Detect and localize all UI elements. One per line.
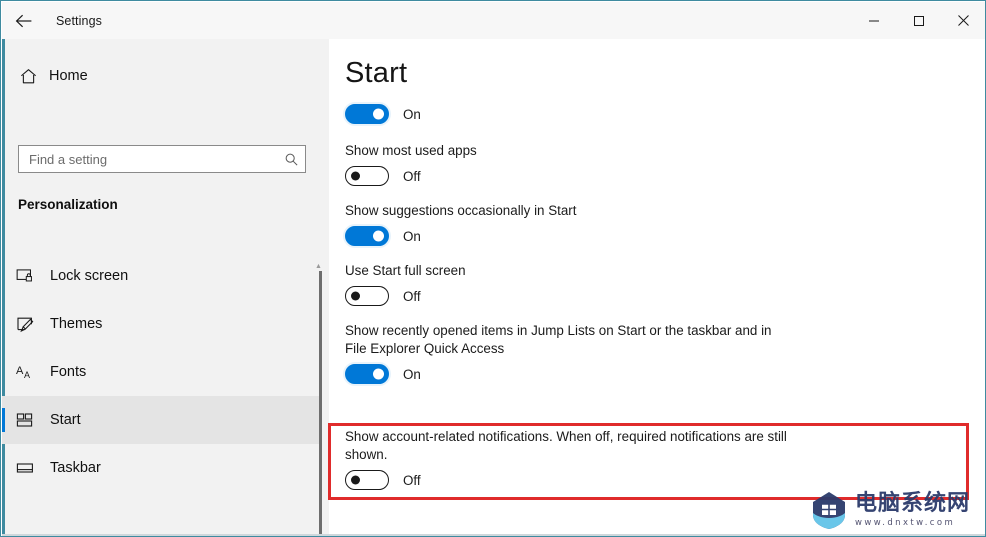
sidebar-home-label: Home (49, 68, 88, 84)
toggle-state-label: Off (403, 472, 421, 488)
minimize-icon (868, 15, 880, 27)
sidebar-item-themes[interactable]: Themes (2, 300, 320, 348)
back-button[interactable] (2, 3, 46, 39)
sidebar-item-taskbar[interactable]: Taskbar (2, 444, 320, 492)
toggle-state-label: On (403, 106, 421, 122)
taskbar-icon (16, 459, 50, 477)
close-button[interactable] (941, 2, 985, 39)
sidebar-section-title: Personalization (18, 197, 118, 212)
app-title: Settings (56, 13, 102, 28)
settings-window: Settings Home Find a setting Personaliza… (0, 0, 986, 537)
page-title: Start (345, 57, 408, 89)
setting-toggle-row: On (345, 226, 965, 246)
sidebar-item-label: Start (50, 412, 81, 428)
toggle-state-label: Off (403, 288, 421, 304)
toggle-knob (351, 475, 360, 485)
sidebar-nav-list: Lock screen Themes A A Fonts Start Taskb… (2, 252, 320, 492)
setting-use-start-full-screen: Use Start full screen Off (345, 262, 965, 306)
sidebar-scrollbar[interactable] (319, 271, 322, 536)
home-icon (7, 67, 49, 86)
toggle-state-label: Off (403, 168, 421, 184)
watermark-title: 电脑系统网 (855, 490, 971, 516)
setting-label: Use Start full screen (345, 263, 466, 278)
back-arrow-icon (15, 14, 33, 28)
toggle-knob (373, 230, 384, 242)
setting-label: Show account-related notifications. When… (345, 429, 787, 462)
sidebar-item-label: Taskbar (50, 460, 101, 476)
toggle-state-label: On (403, 228, 421, 244)
sidebar-item-label: Themes (50, 316, 103, 332)
setting-toggle[interactable] (345, 104, 389, 124)
close-icon (957, 14, 970, 27)
minimize-button[interactable] (851, 2, 896, 39)
setting-toggle-row: Off (345, 286, 965, 306)
lock-screen-icon (16, 267, 50, 285)
setting-label: Show suggestions occasionally in Start (345, 203, 577, 218)
title-bar: Settings (2, 2, 985, 39)
fonts-icon: A A (16, 363, 50, 381)
setting-label: Show recently opened items in Jump Lists… (345, 323, 772, 356)
sidebar-item-lock-screen[interactable]: Lock screen (2, 252, 320, 300)
setting-toggle[interactable] (345, 166, 389, 186)
sidebar: Home Personalization (2, 39, 329, 536)
sidebar-item-label: Lock screen (50, 268, 129, 284)
svg-text:A: A (16, 365, 24, 377)
settings-list: On Show most used apps Off Show suggesti… (345, 104, 965, 400)
setting-show-recently-opened-items: Show recently opened items in Jump Lists… (345, 322, 965, 384)
toggle-knob (373, 108, 384, 120)
maximize-icon (913, 15, 925, 27)
setting-show-suggestions: Show suggestions occasionally in Start O… (345, 202, 965, 246)
sidebar-item-fonts[interactable]: A A Fonts (2, 348, 320, 396)
watermark: 电脑系统网 www.dnxtw.com (807, 486, 983, 534)
toggle-knob (351, 291, 360, 301)
toggle-knob (373, 368, 384, 380)
search-icon[interactable] (277, 146, 305, 172)
themes-brush-icon (16, 315, 50, 333)
watermark-texts: 电脑系统网 www.dnxtw.com (855, 490, 971, 529)
setting-toggle[interactable] (345, 364, 389, 384)
setting-toggle-row: On (345, 364, 965, 384)
search-container (18, 145, 306, 173)
setting-toggle[interactable] (345, 470, 389, 490)
svg-text:A: A (24, 370, 30, 380)
sidebar-item-start[interactable]: Start (2, 396, 320, 444)
toggle-knob (351, 171, 360, 181)
setting-account-notifications: Show account-related notifications. When… (345, 428, 815, 506)
toggle-state-label: On (403, 366, 421, 382)
setting-toggle[interactable] (345, 226, 389, 246)
setting-show-most-used-apps: Show most used apps Off (345, 142, 965, 186)
sidebar-scroll-up-arrow[interactable]: ▲ (315, 263, 322, 270)
start-tiles-icon (16, 411, 50, 429)
sidebar-item-home[interactable]: Home (7, 59, 307, 93)
search-input[interactable] (19, 146, 277, 172)
watermark-url: www.dnxtw.com (855, 517, 956, 528)
setting-start-master-toggle-row: On (345, 104, 965, 124)
search-box[interactable] (18, 145, 306, 173)
caption-buttons (851, 2, 985, 39)
sidebar-item-label: Fonts (50, 364, 87, 380)
window-bottom-edge (2, 534, 985, 536)
setting-label: Show most used apps (345, 143, 477, 158)
setting-toggle-row: Off (345, 166, 965, 186)
maximize-button[interactable] (896, 2, 941, 39)
setting-toggle-row: Off (345, 470, 815, 490)
house-shield-logo-icon (807, 488, 851, 532)
setting-toggle[interactable] (345, 286, 389, 306)
